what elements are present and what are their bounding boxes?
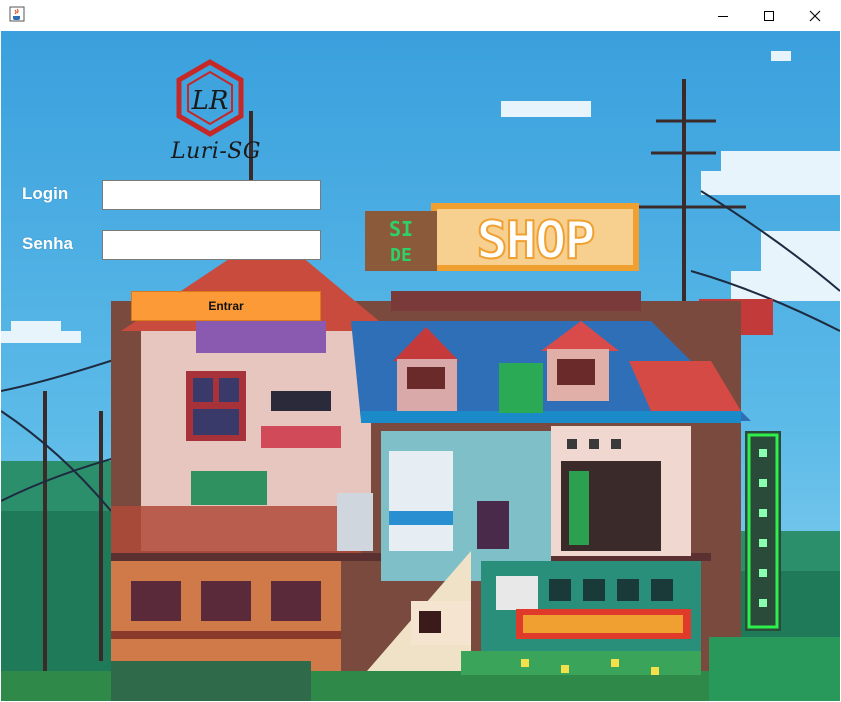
login-label: Login (22, 184, 69, 203)
svg-text:LR: LR (191, 86, 229, 116)
svg-text:SI: SI (389, 217, 413, 241)
password-input[interactable] (102, 230, 321, 260)
maximize-button[interactable] (746, 0, 792, 31)
title-bar (0, 0, 841, 31)
enter-button[interactable]: Entrar (131, 291, 321, 321)
maximize-icon (764, 10, 774, 21)
login-input[interactable] (102, 180, 321, 210)
pixel-shop-background: SHOP SI DE (1, 31, 840, 701)
password-label: Senha (22, 234, 74, 253)
minimize-button[interactable] (700, 0, 746, 31)
minimize-icon (718, 15, 728, 17)
close-button[interactable] (792, 0, 838, 31)
svg-text:SHOP: SHOP (476, 211, 594, 271)
login-window: SHOP SI DE LR Luri-SG Login Senha Entrar (1, 31, 840, 701)
java-cup-icon[interactable] (9, 6, 25, 22)
svg-text:DE: DE (390, 245, 412, 266)
close-icon (809, 10, 821, 21)
logo-text: Luri-SG (171, 139, 261, 164)
